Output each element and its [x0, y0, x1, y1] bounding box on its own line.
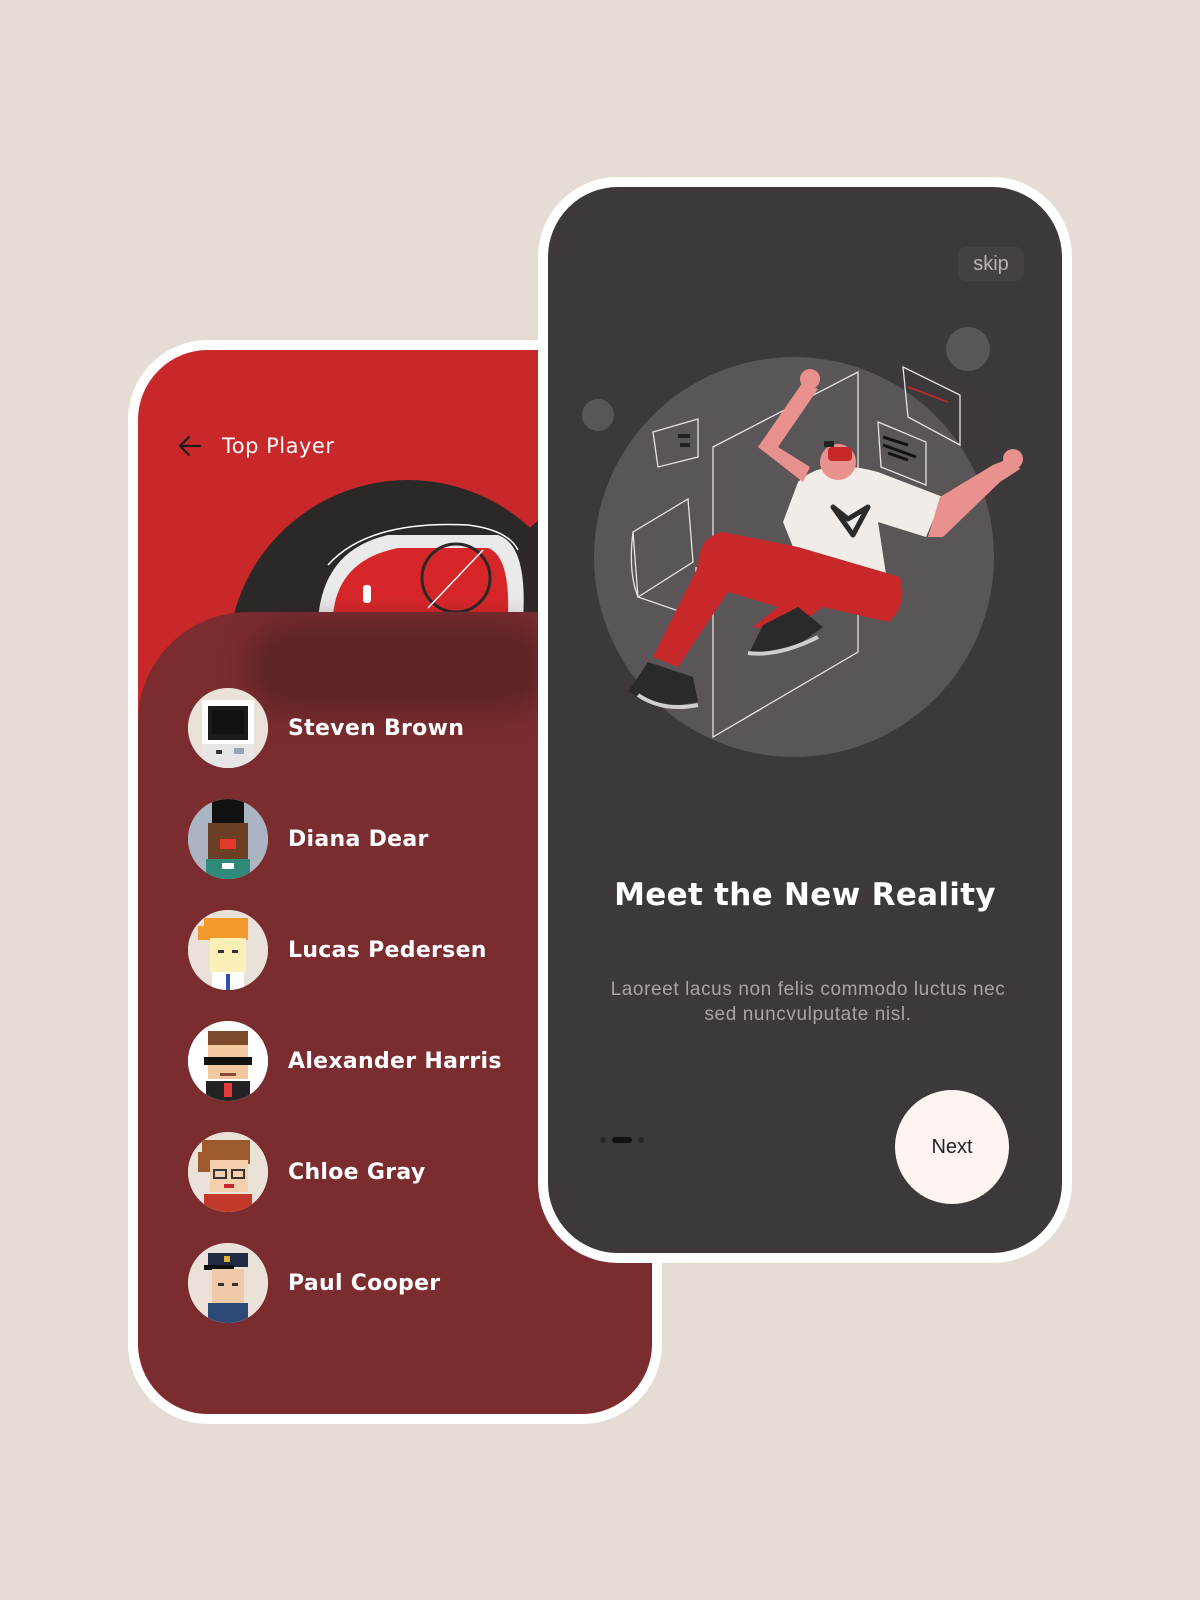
player-row-paul-cooper[interactable]: Paul Cooper [188, 1243, 502, 1323]
player-row-lucas-pedersen[interactable]: Lucas Pedersen [188, 910, 502, 990]
player-name: Paul Cooper [288, 1270, 441, 1296]
player-name: Steven Brown [288, 715, 465, 741]
next-button[interactable]: Next [895, 1090, 1009, 1204]
avatar-police-cap [188, 1243, 268, 1323]
player-list: Steven Brown Diana Dear Lucas Pedersen A… [188, 688, 502, 1354]
player-row-chloe-gray[interactable]: Chloe Gray [188, 1132, 502, 1212]
avatar-sunglasses [188, 1021, 268, 1101]
player-name: Alexander Harris [288, 1048, 502, 1074]
player-row-diana-dear[interactable]: Diana Dear [188, 799, 502, 879]
skip-button[interactable]: skip [958, 247, 1024, 281]
player-name: Lucas Pedersen [288, 937, 487, 963]
vr-player-illustration [582, 327, 1023, 757]
top-player-header: Top Player [176, 432, 334, 460]
avatar-curly-hair [188, 1132, 268, 1212]
page-title: Top Player [222, 434, 335, 458]
page-indicator [600, 1137, 644, 1143]
player-name: Chloe Gray [288, 1159, 426, 1185]
onboarding-description: Laoreet lacus non felis commodo luctus n… [610, 979, 1006, 1025]
avatar-blond-hair [188, 910, 268, 990]
player-row-steven-brown[interactable]: Steven Brown [188, 688, 502, 768]
player-row-alexander-harris[interactable]: Alexander Harris [188, 1021, 502, 1101]
avatar-top-hat [188, 799, 268, 879]
page-dot[interactable] [600, 1137, 606, 1143]
onboarding-screen: skip Meet the New Reality Laoreet lacus … [538, 177, 1072, 1263]
avatar-astronaut [188, 688, 268, 768]
page-dot[interactable] [638, 1137, 644, 1143]
page-dot-active[interactable] [612, 1137, 632, 1143]
arrow-left-icon[interactable] [176, 432, 204, 460]
player-name: Diana Dear [288, 826, 429, 852]
onboarding-title: Meet the New Reality [614, 877, 996, 913]
